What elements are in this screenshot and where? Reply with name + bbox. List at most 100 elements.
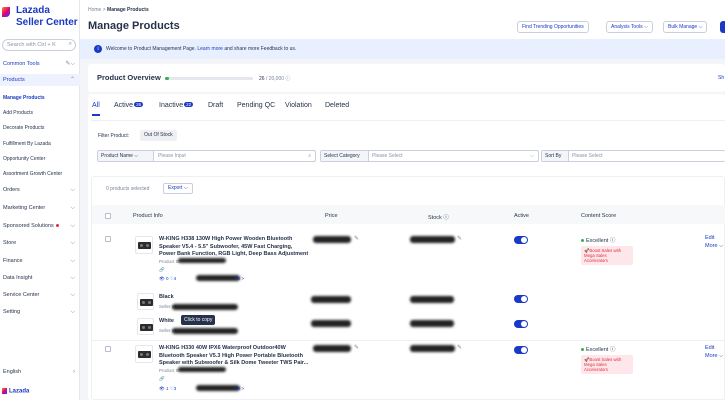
variant-thumbnail[interactable] bbox=[137, 293, 154, 310]
lazada-logo[interactable]: Lazada Seller Center bbox=[2, 5, 78, 29]
link-icon[interactable]: 🔗 bbox=[159, 376, 165, 382]
sidebar-item-label: Service Center bbox=[3, 292, 40, 298]
category-placeholder: Please Select bbox=[372, 153, 403, 159]
tab-all[interactable]: All bbox=[92, 102, 100, 109]
tab-deleted[interactable]: Deleted bbox=[325, 102, 349, 109]
edit-button[interactable]: Edit bbox=[705, 234, 723, 242]
edit-stock-icon[interactable]: ✎ bbox=[457, 235, 462, 242]
sidebar-sub-decorate-products[interactable]: Decorate Products bbox=[0, 123, 80, 133]
product-stats-text: 1 ♡3 bbox=[165, 386, 177, 391]
sidebar-sub-assortment[interactable]: Assortment Growth Center bbox=[0, 169, 80, 179]
product-thumbnail[interactable] bbox=[135, 236, 153, 254]
sidebar-item-store[interactable]: Store ⌵ bbox=[0, 237, 80, 249]
footer-brand: Lazada bbox=[2, 388, 29, 395]
product-id-redacted bbox=[178, 367, 226, 372]
edit-price-icon[interactable]: ✎ bbox=[354, 344, 359, 351]
table-header bbox=[92, 205, 725, 224]
language-selector[interactable]: English › bbox=[0, 366, 80, 378]
boost-sales-badge[interactable]: 🚀Boost Sales with Mega Sales Accelerator… bbox=[581, 246, 633, 265]
product-thumbnail[interactable] bbox=[135, 345, 153, 363]
edit-stock-icon[interactable]: ✎ bbox=[457, 344, 462, 351]
banner-text: Welcome to Product Management Page. Lear… bbox=[106, 46, 296, 52]
chevron-up-icon: ⌃ bbox=[69, 77, 75, 83]
export-button[interactable]: Export ⌵ bbox=[163, 183, 193, 194]
more-button[interactable]: More ⌵ bbox=[705, 242, 723, 250]
tab-inactive[interactable]: Inactive 22 bbox=[159, 102, 194, 109]
link-icon[interactable]: 🔗 bbox=[159, 267, 165, 273]
views-icon: 👁 bbox=[159, 276, 165, 281]
breadcrumb-home[interactable]: Home bbox=[88, 7, 101, 13]
product-stats: 👁 0 ♡4 bbox=[159, 276, 176, 282]
show-more-link[interactable]: Sh bbox=[718, 75, 724, 81]
sidebar-sub-fbl[interactable]: Fulfillment By Lazada bbox=[0, 139, 80, 149]
info-icon: ⓘ bbox=[609, 347, 616, 353]
active-toggle[interactable] bbox=[514, 346, 528, 354]
sidebar-item-data-insight[interactable]: Data Insight ⌵ bbox=[0, 272, 80, 284]
product-name-search[interactable]: Product Name ⌵ Please Input ⌕ bbox=[97, 150, 316, 162]
sidebar-item-service[interactable]: Service Center ⌵ bbox=[0, 289, 80, 301]
sidebar-item-finance[interactable]: Finance ⌵ bbox=[0, 255, 80, 267]
sort-label: Sort By bbox=[542, 151, 569, 161]
sidebar-sub-add-products[interactable]: Add Products bbox=[0, 108, 80, 118]
chevron-down-icon: ⌵ bbox=[70, 205, 75, 211]
tab-pending-qc[interactable]: Pending QC bbox=[237, 102, 275, 109]
add-product-button[interactable] bbox=[720, 21, 725, 33]
tab-violation[interactable]: Violation bbox=[285, 102, 312, 109]
product-rating[interactable]: 5.0 > bbox=[234, 386, 244, 391]
tab-label: All bbox=[92, 102, 100, 109]
sidebar-item-setting[interactable]: Setting ⌵ bbox=[0, 306, 80, 318]
find-trending-button[interactable]: Find Trending Opportunities bbox=[517, 21, 589, 33]
out-of-stock-chip[interactable]: Out Of Stock bbox=[140, 130, 177, 141]
analysis-tools-button[interactable]: Analysis Tools ⌵ bbox=[606, 21, 653, 33]
active-toggle[interactable] bbox=[514, 236, 528, 244]
edit-chevron-icon: ✎⌵ bbox=[65, 61, 75, 67]
sidebar-item-label: Data Insight bbox=[3, 275, 33, 281]
search-placeholder: Search with Ctrl + K bbox=[7, 42, 56, 48]
chevron-down-icon: ⌵ bbox=[70, 240, 75, 246]
chevron-right-icon: › bbox=[73, 369, 75, 375]
content-score: Excellent ⓘ bbox=[581, 345, 615, 353]
boost-text: Boost Sales with Mega Sales Accelerators bbox=[584, 357, 622, 372]
col-price: Price bbox=[325, 213, 338, 219]
tab-count-badge: 26 bbox=[134, 102, 144, 107]
page-title: Manage Products bbox=[88, 20, 180, 32]
bulk-manage-button[interactable]: Bulk Manage ⌵ bbox=[663, 21, 708, 33]
product-stats: 👁 1 ♡3 bbox=[159, 386, 176, 392]
boost-sales-badge[interactable]: 🚀Boost Sales with Mega Sales Accelerator… bbox=[581, 355, 633, 374]
edit-button[interactable]: Edit bbox=[705, 344, 723, 352]
row-divider bbox=[91, 340, 725, 341]
sidebar-item-orders[interactable]: Orders ⌵ bbox=[0, 184, 80, 196]
sidebar-item-products[interactable]: Products ⌃ bbox=[0, 74, 80, 86]
row-checkbox[interactable] bbox=[105, 236, 111, 242]
learn-more-link[interactable]: Learn more bbox=[197, 46, 223, 52]
tab-active[interactable]: Active 26 bbox=[114, 102, 144, 109]
variant-thumbnail[interactable] bbox=[137, 318, 154, 335]
sort-select[interactable]: Sort By Please Select bbox=[541, 150, 725, 162]
search-icon: ⌕ bbox=[308, 153, 311, 159]
sidebar-item-common-tools[interactable]: Common Tools ✎⌵ bbox=[0, 58, 80, 70]
overview-count-value: 26 bbox=[259, 76, 265, 82]
edit-price-icon[interactable]: ✎ bbox=[354, 235, 359, 242]
select-all-checkbox[interactable] bbox=[105, 213, 111, 219]
product-name-input[interactable]: Please Input bbox=[158, 151, 186, 161]
sidebar-sub-manage-products[interactable]: Manage Products bbox=[0, 93, 80, 103]
variant-active-toggle[interactable] bbox=[514, 320, 528, 328]
variant-active-toggle[interactable] bbox=[514, 295, 528, 303]
more-button[interactable]: More ⌵ bbox=[705, 352, 723, 360]
sidebar-item-sponsored[interactable]: Sponsored Solutions ⌵ bbox=[0, 220, 80, 232]
chevron-down-icon: ⌵ bbox=[70, 187, 75, 193]
sidebar-sub-opportunity[interactable]: Opportunity Center bbox=[0, 154, 80, 164]
sidebar-item-marketing[interactable]: Marketing Center ⌵ bbox=[0, 202, 80, 214]
filter-product-label: Filter Product: bbox=[98, 133, 130, 139]
info-icon: ⓘ bbox=[609, 238, 616, 244]
product-rating[interactable]: 5.0 > bbox=[234, 276, 244, 281]
product-name[interactable]: W-KING H338 130W High Power Wooden Bluet… bbox=[159, 236, 309, 259]
category-select[interactable]: Select Category Please Select ⌵ bbox=[320, 150, 539, 162]
sidebar-search-input[interactable]: Search with Ctrl + K ⌕ bbox=[2, 39, 76, 51]
breadcrumb-current: Manage Products bbox=[107, 7, 149, 13]
row-checkbox[interactable] bbox=[105, 346, 111, 352]
product-name[interactable]: W-KING H330 40W IPX6 Waterproof Outdoor4… bbox=[159, 345, 309, 368]
tab-draft[interactable]: Draft bbox=[208, 102, 223, 109]
product-name-dropdown[interactable]: Product Name ⌵ bbox=[98, 151, 154, 161]
lazada-logo-icon bbox=[2, 7, 10, 17]
